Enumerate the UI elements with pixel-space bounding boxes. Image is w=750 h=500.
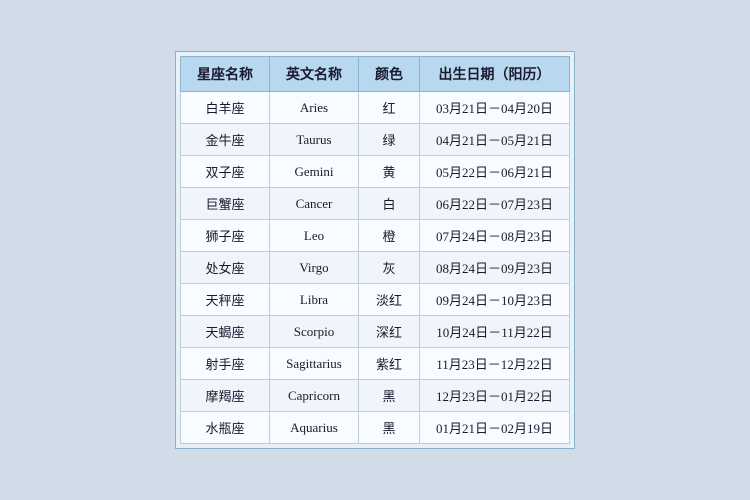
cell-en-name: Capricorn (269, 380, 358, 412)
cell-date: 12月23日－01月22日 (419, 380, 569, 412)
header-color: 颜色 (358, 57, 419, 92)
cell-en-name: Cancer (269, 188, 358, 220)
cell-color: 绿 (358, 124, 419, 156)
table-row: 金牛座Taurus绿04月21日－05月21日 (180, 124, 569, 156)
header-date: 出生日期（阳历） (419, 57, 569, 92)
cell-en-name: Taurus (269, 124, 358, 156)
cell-en-name: Libra (269, 284, 358, 316)
cell-color: 白 (358, 188, 419, 220)
table-row: 天蝎座Scorpio深红10月24日－11月22日 (180, 316, 569, 348)
cell-zh-name: 天秤座 (180, 284, 269, 316)
header-en-name: 英文名称 (269, 57, 358, 92)
table-row: 射手座Sagittarius紫红11月23日－12月22日 (180, 348, 569, 380)
cell-color: 深红 (358, 316, 419, 348)
cell-date: 01月21日－02月19日 (419, 412, 569, 444)
cell-date: 10月24日－11月22日 (419, 316, 569, 348)
cell-date: 07月24日－08月23日 (419, 220, 569, 252)
cell-date: 05月22日－06月21日 (419, 156, 569, 188)
cell-zh-name: 天蝎座 (180, 316, 269, 348)
cell-zh-name: 射手座 (180, 348, 269, 380)
zodiac-table-container: 星座名称 英文名称 颜色 出生日期（阳历） 白羊座Aries红03月21日－04… (175, 51, 575, 449)
zodiac-table: 星座名称 英文名称 颜色 出生日期（阳历） 白羊座Aries红03月21日－04… (180, 56, 570, 444)
table-row: 天秤座Libra淡红09月24日－10月23日 (180, 284, 569, 316)
cell-date: 03月21日－04月20日 (419, 92, 569, 124)
cell-date: 08月24日－09月23日 (419, 252, 569, 284)
table-header-row: 星座名称 英文名称 颜色 出生日期（阳历） (180, 57, 569, 92)
table-row: 处女座Virgo灰08月24日－09月23日 (180, 252, 569, 284)
table-row: 巨蟹座Cancer白06月22日－07月23日 (180, 188, 569, 220)
cell-date: 04月21日－05月21日 (419, 124, 569, 156)
table-row: 双子座Gemini黄05月22日－06月21日 (180, 156, 569, 188)
cell-color: 橙 (358, 220, 419, 252)
cell-zh-name: 水瓶座 (180, 412, 269, 444)
table-row: 水瓶座Aquarius黑01月21日－02月19日 (180, 412, 569, 444)
cell-en-name: Sagittarius (269, 348, 358, 380)
cell-color: 灰 (358, 252, 419, 284)
cell-zh-name: 处女座 (180, 252, 269, 284)
cell-zh-name: 狮子座 (180, 220, 269, 252)
cell-zh-name: 双子座 (180, 156, 269, 188)
table-row: 白羊座Aries红03月21日－04月20日 (180, 92, 569, 124)
cell-en-name: Aries (269, 92, 358, 124)
cell-date: 06月22日－07月23日 (419, 188, 569, 220)
table-row: 摩羯座Capricorn黑12月23日－01月22日 (180, 380, 569, 412)
cell-en-name: Virgo (269, 252, 358, 284)
cell-zh-name: 金牛座 (180, 124, 269, 156)
cell-zh-name: 巨蟹座 (180, 188, 269, 220)
cell-zh-name: 摩羯座 (180, 380, 269, 412)
cell-date: 09月24日－10月23日 (419, 284, 569, 316)
cell-color: 黑 (358, 412, 419, 444)
cell-en-name: Aquarius (269, 412, 358, 444)
header-zh-name: 星座名称 (180, 57, 269, 92)
cell-color: 淡红 (358, 284, 419, 316)
cell-en-name: Leo (269, 220, 358, 252)
cell-color: 紫红 (358, 348, 419, 380)
cell-en-name: Scorpio (269, 316, 358, 348)
cell-color: 红 (358, 92, 419, 124)
table-row: 狮子座Leo橙07月24日－08月23日 (180, 220, 569, 252)
cell-zh-name: 白羊座 (180, 92, 269, 124)
cell-en-name: Gemini (269, 156, 358, 188)
cell-date: 11月23日－12月22日 (419, 348, 569, 380)
cell-color: 黄 (358, 156, 419, 188)
cell-color: 黑 (358, 380, 419, 412)
